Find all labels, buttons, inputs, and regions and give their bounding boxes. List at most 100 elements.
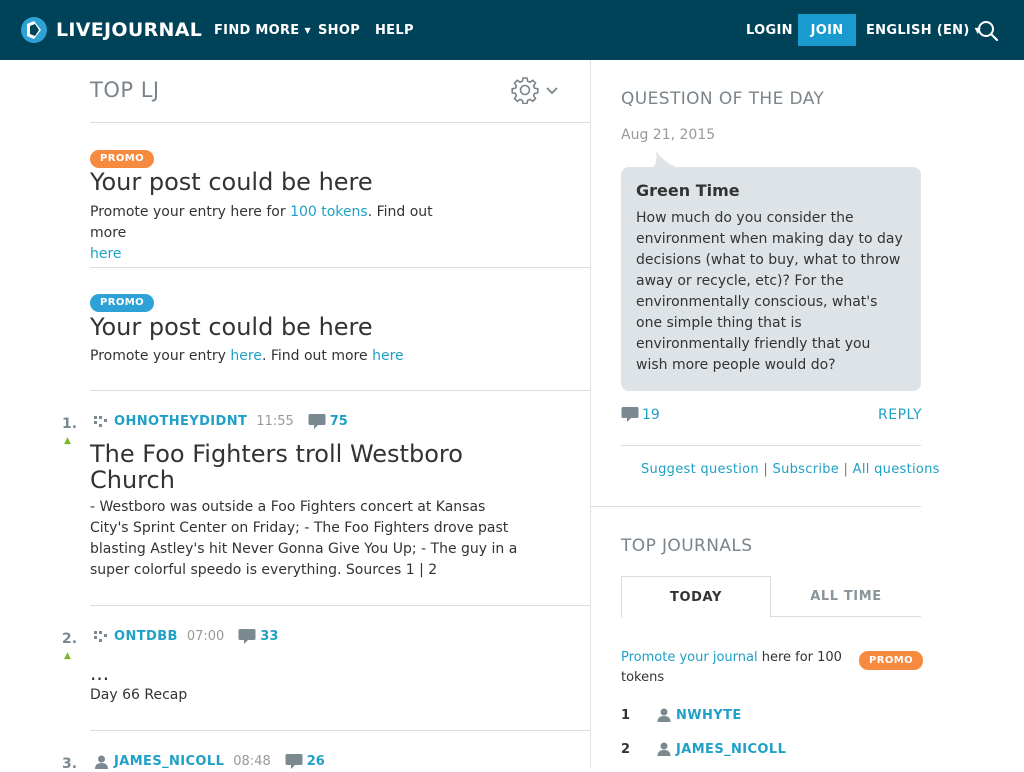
comment-count[interactable]: 75: [330, 414, 348, 429]
journal-rank: 1: [621, 707, 631, 723]
subscribe-link[interactable]: Subscribe: [773, 462, 840, 477]
divider: [90, 605, 590, 606]
join-button[interactable]: JOIN: [798, 14, 856, 46]
promote-here-link[interactable]: here: [230, 348, 262, 364]
author-link[interactable]: JAMES_NICOLL: [114, 754, 224, 769]
top-lj-title: TOP LJ: [90, 78, 160, 102]
comment-icon[interactable]: [308, 413, 326, 430]
promo-badge-label: PROMO: [90, 150, 154, 168]
post-time: 11:55: [256, 414, 294, 429]
divider: [621, 445, 921, 446]
journal-rank-row[interactable]: 2 JAMES_NICOLL: [621, 741, 786, 757]
link-separator: |: [763, 462, 769, 477]
post-time: 07:00: [186, 629, 225, 644]
comment-icon[interactable]: [621, 406, 639, 423]
entry-rank: 3.: [62, 756, 78, 772]
divider: [90, 390, 590, 391]
divider: [90, 122, 590, 123]
tab-all-time[interactable]: ALL TIME: [771, 576, 921, 617]
promo-text: Promote your entry here. Find out more h…: [90, 346, 510, 367]
comment-icon[interactable]: [285, 753, 303, 770]
nav-help-label[interactable]: HELP: [375, 23, 414, 38]
promo-badge: PROMO: [90, 290, 154, 312]
login-link[interactable]: LOGIN: [746, 0, 793, 60]
rank-up-arrow-icon: ▲: [64, 436, 71, 446]
entry-excerpt: Day 66 Recap: [90, 687, 188, 703]
community-icon: [94, 415, 107, 427]
promote-journal-text: Promote your journal here for 100 tokens: [621, 648, 851, 688]
promo-badge-label: PROMO: [90, 294, 154, 312]
entry-meta: ONTDBB 07:00 33: [93, 628, 278, 645]
find-out-more-link[interactable]: here: [372, 348, 404, 364]
journal-user-link[interactable]: NWHYTE: [676, 708, 742, 723]
comment-icon[interactable]: [238, 628, 256, 645]
author-link[interactable]: ONTDBB: [114, 629, 178, 644]
entry-rank: 2.: [62, 631, 78, 647]
qotd-comments[interactable]: 19: [621, 406, 660, 423]
promo-text-part: . Find out more: [261, 348, 373, 364]
promo-title[interactable]: Your post could be here: [90, 168, 373, 196]
journal-rank: 2: [621, 741, 631, 757]
top-header: LIVEJOURNAL FIND MORE ▼ SHOP HELP LOGIN …: [0, 0, 1024, 60]
settings-gear-icon[interactable]: [511, 76, 539, 104]
promo-badge-label: PROMO: [859, 651, 923, 670]
logo[interactable]: LIVEJOURNAL: [20, 16, 202, 44]
journal-rank-row[interactable]: 1 NWHYTE: [621, 707, 742, 723]
comment-count[interactable]: 33: [260, 629, 278, 644]
author-link[interactable]: OHNOTHEYDIDNT: [114, 414, 247, 429]
question-title[interactable]: Green Time: [636, 181, 740, 200]
livejournal-logo-icon: [21, 17, 47, 43]
top-journals-tabs: TODAY ALL TIME: [621, 576, 921, 618]
promo-text: Promote your entry here for 100 tokens. …: [90, 202, 470, 265]
promo-title[interactable]: Your post could be here: [90, 313, 373, 341]
qotd-links: Suggest question | Subscribe | All quest…: [641, 462, 940, 477]
promo-text-part: Promote your entry here for: [90, 204, 291, 220]
search-icon[interactable]: [977, 20, 999, 42]
divider: [90, 267, 590, 268]
rank-up-arrow-icon: ▲: [64, 651, 71, 661]
entry-title[interactable]: The Foo Fighters troll Westboro Church: [90, 441, 510, 493]
qotd-heading: QUESTION OF THE DAY: [621, 89, 825, 109]
all-questions-link[interactable]: All questions: [853, 462, 940, 477]
entry-meta: JAMES_NICOLL 08:48 26: [93, 753, 325, 770]
question-text: How much do you consider the environment…: [636, 210, 903, 373]
settings-chevron-down-icon[interactable]: [546, 86, 558, 96]
tokens-link[interactable]: 100 tokens: [290, 204, 368, 220]
language-label[interactable]: ENGLISH (EN): [866, 23, 970, 38]
reply-link[interactable]: REPLY: [878, 407, 922, 423]
nav-find-more-label[interactable]: FIND MORE: [214, 23, 300, 38]
login-label[interactable]: LOGIN: [746, 23, 793, 38]
user-icon: [657, 708, 671, 722]
user-icon: [95, 755, 108, 769]
nav-shop-label[interactable]: SHOP: [318, 23, 360, 38]
nav-shop[interactable]: SHOP: [318, 0, 360, 60]
divider: [90, 730, 590, 731]
find-out-more-link[interactable]: here: [90, 246, 122, 262]
column-divider: [590, 60, 591, 768]
qotd-comment-count[interactable]: 19: [642, 407, 660, 423]
language-selector[interactable]: ENGLISH (EN) ▼: [866, 0, 981, 60]
comment-count[interactable]: 26: [307, 754, 325, 769]
link-separator: |: [843, 462, 849, 477]
promo-badge: PROMO: [859, 648, 923, 670]
post-time: 08:48: [233, 754, 271, 769]
promote-journal-link[interactable]: Promote your journal: [621, 650, 758, 665]
tab-today[interactable]: TODAY: [621, 576, 771, 618]
qotd-date: Aug 21, 2015: [621, 127, 716, 143]
nav-help[interactable]: HELP: [375, 0, 414, 60]
logo-text: LIVEJOURNAL: [56, 19, 203, 41]
nav-find-more[interactable]: FIND MORE ▼: [214, 0, 311, 60]
entry-rank: 1.: [62, 416, 78, 432]
suggest-question-link[interactable]: Suggest question: [641, 462, 759, 477]
community-icon: [94, 630, 107, 642]
entry-excerpt: - Westboro was outside a Foo Fighters co…: [90, 499, 518, 578]
user-icon: [657, 742, 671, 756]
promo-badge: PROMO: [90, 146, 154, 168]
journal-user-link[interactable]: JAMES_NICOLL: [676, 742, 786, 757]
top-journals-heading: TOP JOURNALS: [621, 536, 753, 556]
entry-meta: OHNOTHEYDIDNT 11:55 75: [93, 413, 348, 430]
section-divider: [591, 506, 921, 507]
find-more-caret-icon: ▼: [304, 25, 311, 35]
entry-title[interactable]: ...: [90, 660, 510, 686]
promo-text-part: Promote your entry: [90, 348, 231, 364]
